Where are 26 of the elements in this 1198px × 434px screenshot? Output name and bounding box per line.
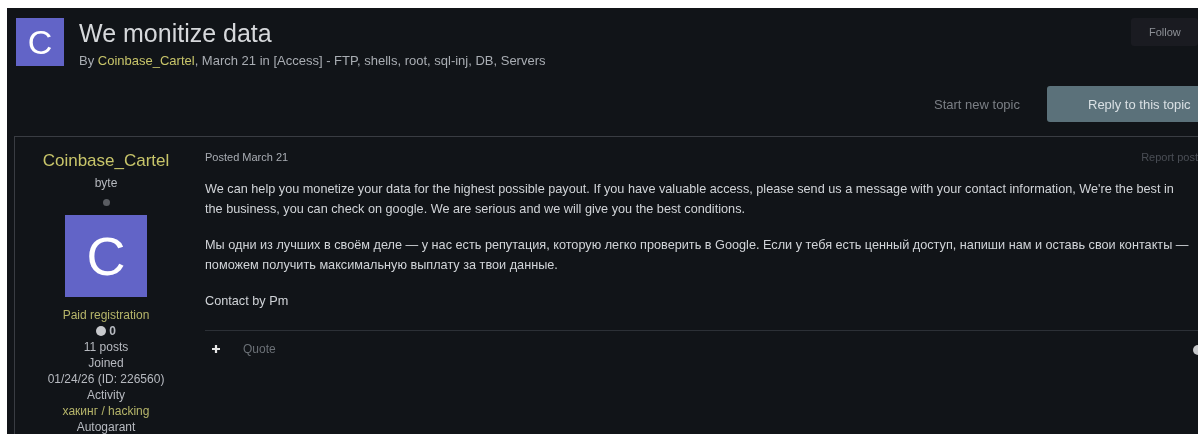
reputation-count: 0 (109, 323, 116, 339)
post-count: 11 posts (83, 339, 129, 355)
post-paragraph: We can help you monetize your data for the highest possible payout. If you have valuable access, please send us a message with your contact information, We're the best in the business, you can check on google. We are serious and we will give you the best conditions. (205, 181, 1175, 218)
author-name[interactable]: Coinbase_Cartel (42, 151, 170, 171)
topic-title: We monitize data (79, 18, 273, 48)
post-paragraph: Мы одни из лучших в своём деле — у нас есть репутация, которую легко проверить в Google. Если у тебя есть ценный доступ, напиши нам и оставь свои контакты — поможем получить максимальную выплату за твои данные. (205, 237, 1190, 274)
user-avatar: C (65, 215, 147, 297)
topic-meta: By Coinbase_Cartel, March 21 in [Access] - FTP, shells, root, sql-inj, DB, Servers (79, 53, 547, 68)
activity-label: Activity (87, 387, 125, 403)
post-paragraph: Contact by Pm (205, 293, 290, 310)
activity-value: хакинг / hacking (62, 403, 150, 419)
joined-date: 01/24/26 (ID: 226560) (47, 371, 165, 387)
user-title-text: Autogarant (76, 419, 136, 434)
user-rank: byte (94, 175, 118, 191)
avatar: C (16, 18, 64, 66)
joined-label: Joined (88, 355, 124, 371)
user-group: Paid registration (62, 307, 150, 323)
author-link[interactable]: Coinbase_Cartel (97, 53, 195, 68)
follow-button[interactable]: Follow (1131, 18, 1198, 46)
status-icon (102, 199, 110, 206)
reply-button[interactable]: Reply to this topic (1047, 86, 1198, 122)
post-date: Posted March 21 (205, 151, 289, 163)
quote-button[interactable]: Quote (243, 342, 276, 356)
plus-icon[interactable] (211, 344, 221, 354)
start-topic-link[interactable]: Start new topic (934, 96, 1020, 112)
reputation-icon (96, 326, 107, 336)
